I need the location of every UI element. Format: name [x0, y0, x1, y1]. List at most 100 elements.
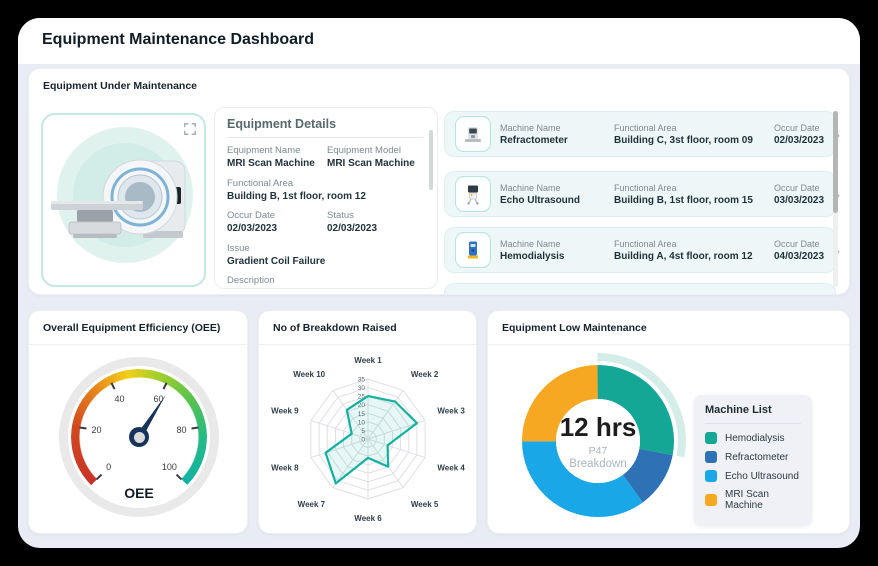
donut-center-sub1: P47	[538, 445, 658, 457]
occur-date-label: Occur Date	[774, 183, 824, 193]
machine-name-value: Echo Ultrasound	[500, 195, 604, 206]
functional-area-value: Building C, 3st floor, room 09	[614, 135, 764, 146]
radar-axis-label: Week 1	[354, 356, 382, 365]
legend-swatch-echo-ultrasound	[705, 470, 717, 482]
radar-axis-label: Week 2	[411, 370, 439, 379]
mri-scanner-image	[43, 127, 203, 277]
oee-card: Overall Equipment Efficiency (OEE) OEE 0…	[28, 310, 248, 534]
field-label: Equipment Model	[327, 145, 423, 156]
occur-date-label: Occur Date	[774, 239, 824, 249]
legend-item: Refractometer	[705, 451, 801, 463]
functional-area-label: Functional Area	[614, 183, 764, 193]
screenshot-canvas: Equipment Maintenance Dashboard Equipmen…	[0, 0, 878, 566]
section-title: Equipment Under Maintenance	[43, 80, 197, 92]
gauge-tick-label: 0	[106, 462, 111, 472]
radar-axis-label: Week 7	[298, 500, 326, 509]
breakdown-radar-card: No of Breakdown Raised Week 1Week 2Week …	[258, 310, 477, 534]
donut-center-sub2: Breakdown	[538, 458, 658, 470]
occur-date-value: 03/03/2023	[774, 195, 824, 206]
gauge-tick-label: 80	[176, 425, 186, 435]
field-label: Status	[327, 210, 423, 221]
radar-axis-label: Week 10	[293, 370, 325, 379]
machine-list-legend: Machine List Hemodialysis Refractometer …	[694, 395, 812, 526]
details-divider	[227, 137, 423, 138]
list-scrollbar-thumb[interactable]	[833, 111, 838, 213]
field-value: MRI Scan Machine	[327, 158, 423, 171]
field-value: Building B, 1st floor, room 12	[227, 191, 423, 204]
page-title: Equipment Maintenance Dashboard	[42, 31, 314, 49]
echo-ultrasound-icon	[461, 182, 485, 206]
gauge-tick-label: 40	[114, 394, 124, 404]
oee-gauge: OEE 020406080100	[59, 357, 219, 517]
radar-rtick-label: 35	[358, 377, 366, 384]
machine-row-partial[interactable]	[444, 283, 836, 295]
field-value-description: During a routine patient scan, the scann…	[227, 288, 423, 289]
radar-axis-label: Week 4	[437, 464, 465, 473]
legend-label: Refractometer	[725, 452, 788, 463]
card-title-divider	[488, 344, 849, 345]
functional-area-value: Building A, 4st floor, room 12	[614, 251, 764, 262]
details-title: Equipment Details	[227, 117, 423, 131]
machine-name-value: Refractometer	[500, 135, 604, 146]
equipment-image-card	[41, 113, 206, 287]
machine-name-label: Machine Name	[500, 123, 604, 133]
machine-row[interactable]: Machine Name Refractometer Functional Ar…	[444, 111, 836, 157]
field-label: Functional Area	[227, 178, 423, 189]
gauge-tick-label: 60	[154, 394, 164, 404]
machine-row[interactable]: Machine Name Hemodialysis Functional Are…	[444, 227, 836, 273]
equipment-details-panel: Equipment Details Equipment Name MRI Sca…	[214, 107, 438, 289]
functional-area-value: Building B, 1st floor, room 15	[614, 195, 764, 206]
machine-name-label: Machine Name	[500, 183, 604, 193]
field-label: Description	[227, 275, 423, 286]
occur-date-value: 02/03/2023	[774, 135, 824, 146]
low-maintenance-card: Equipment Low Maintenance 12 hrs P47 Bre…	[487, 310, 850, 534]
legend-title: Machine List	[705, 404, 801, 416]
breakdown-radar-chart: Week 1 Week 2 Week 3 Week 4 Week 5 Week 6 Week…	[266, 347, 470, 531]
details-scrollbar-thumb[interactable]	[429, 130, 433, 190]
field-label: Equipment Name	[227, 145, 327, 156]
oee-card-title: Overall Equipment Efficiency (OEE)	[43, 322, 220, 334]
field-label: Occur Date	[227, 210, 327, 221]
legend-swatch-refractometer	[705, 451, 717, 463]
field-value: MRI Scan Machine	[227, 158, 327, 171]
legend-label: Hemodialysis	[725, 433, 784, 444]
legend-swatch-mri-scan-machine	[705, 494, 717, 506]
field-label: Issue	[227, 243, 423, 254]
machine-row[interactable]: Machine Name Echo Ultrasound Functional …	[444, 171, 836, 217]
legend-swatch-hemodialysis	[705, 432, 717, 444]
card-title-divider	[29, 344, 247, 345]
machine-icon-box	[455, 232, 491, 268]
hemodialysis-icon	[461, 238, 485, 262]
field-value: 02/03/2023	[227, 223, 327, 236]
donut-center-text: 12 hrs P47 Breakdown	[538, 413, 658, 470]
gauge-caption: OEE	[59, 485, 219, 501]
occur-date-label: Occur Date	[774, 123, 824, 133]
donut-center-value: 12 hrs	[538, 413, 658, 442]
radar-card-title: No of Breakdown Raised	[273, 322, 397, 334]
radar-axis-label: Week 8	[271, 464, 299, 473]
gauge-tick-label: 20	[92, 425, 102, 435]
machine-name-value: Hemodialysis	[500, 251, 604, 262]
legend-label: Echo Ultrasound	[725, 471, 799, 482]
refractometer-icon	[461, 122, 485, 146]
machine-name-label: Machine Name	[500, 239, 604, 249]
equipment-under-maintenance-card: Equipment Under Maintenance	[28, 68, 850, 295]
functional-area-label: Functional Area	[614, 123, 764, 133]
expand-icon[interactable]	[183, 122, 197, 136]
occur-date-value: 04/03/2023	[774, 251, 824, 262]
legend-divider	[705, 423, 801, 424]
legend-item: MRI Scan Machine	[705, 489, 801, 511]
machine-icon-box	[455, 116, 491, 152]
legend-item: Echo Ultrasound	[705, 470, 801, 482]
legend-item: Hemodialysis	[705, 432, 801, 444]
radar-axis-label: Week 6	[354, 514, 382, 523]
window-header: Equipment Maintenance Dashboard	[18, 18, 860, 64]
field-value: 02/03/2023	[327, 223, 423, 236]
machine-icon-box	[455, 176, 491, 212]
donut-card-title: Equipment Low Maintenance	[502, 322, 647, 334]
functional-area-label: Functional Area	[614, 239, 764, 249]
radar-axis-label: Week 5	[411, 500, 439, 509]
dashboard-window: Equipment Maintenance Dashboard Equipmen…	[18, 18, 860, 548]
gauge-hub-center	[134, 432, 145, 443]
radar-axis-label: Week 3	[437, 406, 465, 415]
